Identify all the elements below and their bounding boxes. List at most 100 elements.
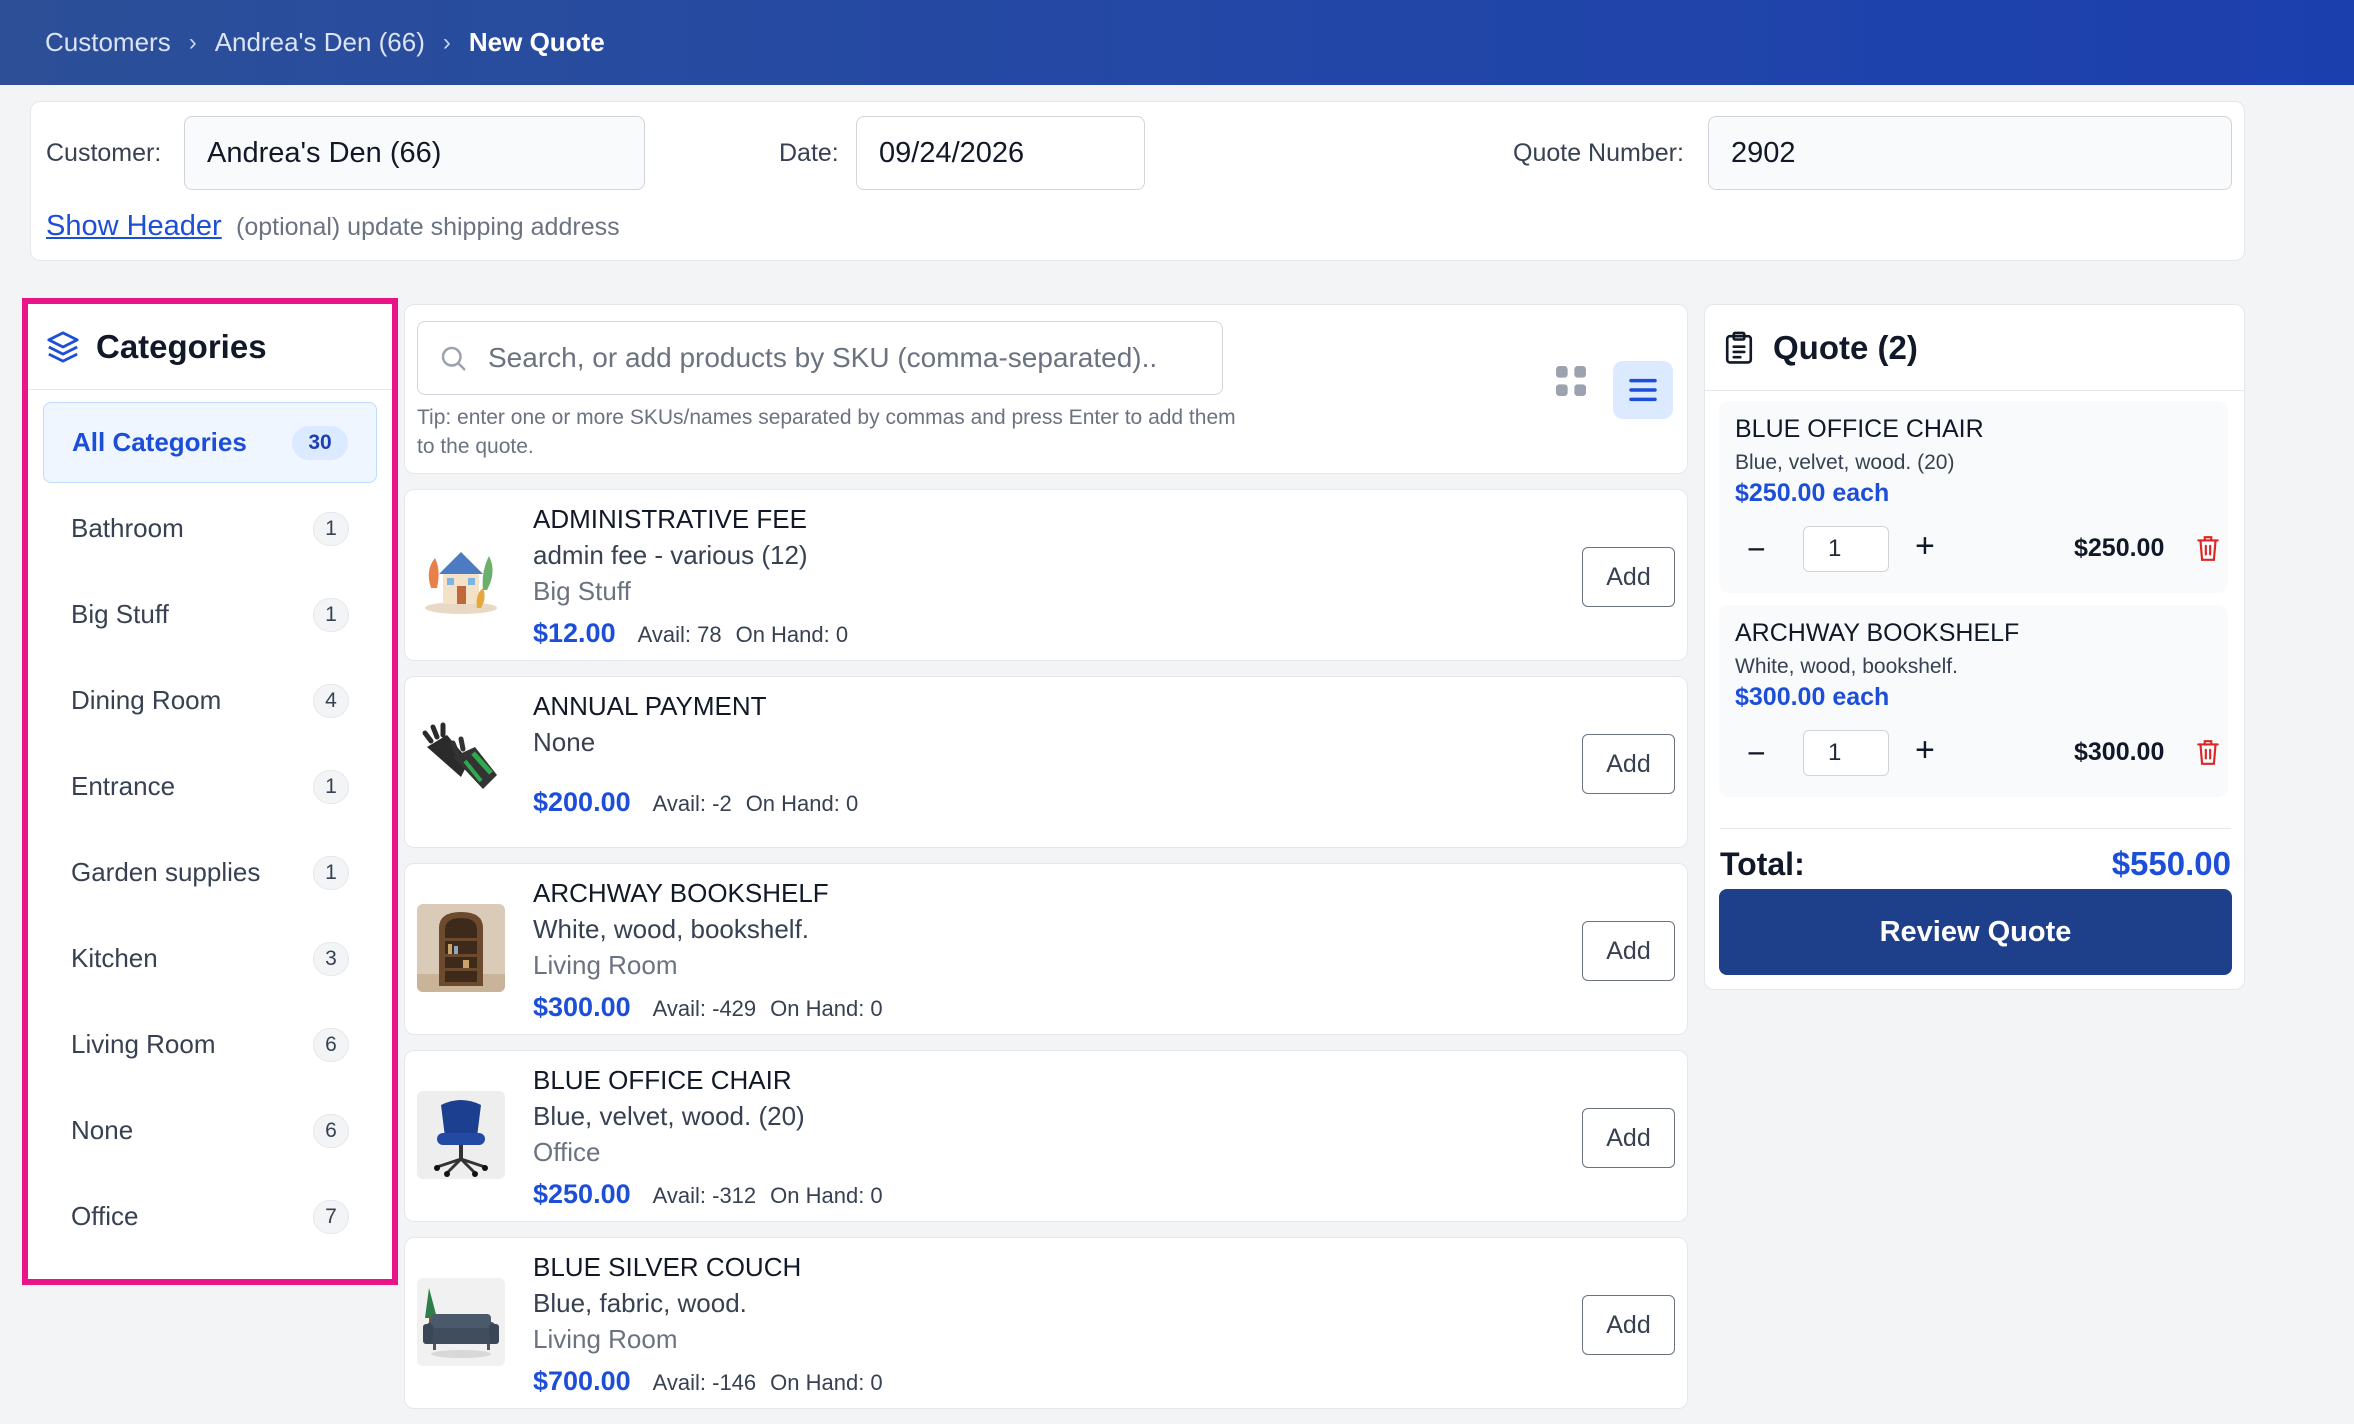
product-search-card: Tip: enter one or more SKUs/names separa… <box>404 304 1688 474</box>
date-field[interactable]: 09/24/2026 <box>856 116 1145 190</box>
product-name: BLUE SILVER COUCH <box>533 1252 802 1282</box>
show-header-link[interactable]: Show Header <box>46 210 222 243</box>
product-price-row: $700.00 Avail: -146 On Hand: 0 <box>533 1366 883 1397</box>
category-none[interactable]: None 6 <box>43 1090 377 1171</box>
product-price: $12.00 <box>533 618 616 648</box>
product-on-hand: On Hand: 0 <box>770 1183 883 1208</box>
category-bathroom[interactable]: Bathroom 1 <box>43 488 377 569</box>
product-row: ANNUAL PAYMENT None $200.00 Avail: -2 On… <box>404 676 1688 848</box>
category-count-badge: 6 <box>313 1113 349 1148</box>
category-count-badge: 6 <box>313 1027 349 1062</box>
grid-view-icon[interactable] <box>1551 361 1591 401</box>
product-price: $300.00 <box>533 992 631 1022</box>
product-image-couch <box>417 1278 505 1366</box>
category-label: All Categories <box>72 427 247 457</box>
categories-title: Categories <box>96 327 267 365</box>
product-category: Big Stuff <box>533 576 631 606</box>
category-label: Living Room <box>71 1029 216 1059</box>
product-description: Blue, velvet, wood. (20) <box>533 1101 805 1131</box>
decrease-quantity-button[interactable]: − <box>1747 735 1766 772</box>
product-image-office-chair <box>417 1091 505 1179</box>
category-entrance[interactable]: Entrance 1 <box>43 746 377 827</box>
list-view-button[interactable] <box>1613 361 1673 419</box>
total-label: Total: <box>1720 845 1805 882</box>
quote-title: Quote (2) <box>1773 328 1918 366</box>
add-product-button[interactable]: Add <box>1582 734 1675 794</box>
breadcrumb-current: New Quote <box>468 27 605 57</box>
product-on-hand: On Hand: 0 <box>770 996 883 1021</box>
customer-field[interactable]: Andrea's Den (66) <box>184 116 645 190</box>
quantity-input[interactable]: 1 <box>1803 730 1889 776</box>
quote-number-label: Quote Number: <box>1513 139 1684 167</box>
product-available: Avail: -312 <box>652 1183 757 1208</box>
category-dining-room[interactable]: Dining Room 4 <box>43 660 377 741</box>
breadcrumb-separator: › <box>188 28 197 56</box>
increase-quantity-button[interactable]: + <box>1915 527 1935 566</box>
decrease-quantity-button[interactable]: − <box>1747 531 1766 568</box>
product-available: Avail: -429 <box>652 996 757 1021</box>
category-count-badge: 1 <box>313 597 349 632</box>
category-count-badge: 3 <box>313 941 349 976</box>
quote-line-item: BLUE OFFICE CHAIR Blue, velvet, wood. (2… <box>1719 401 2228 593</box>
quote-number-field[interactable]: 2902 <box>1708 116 2232 190</box>
product-image-bookshelf <box>417 904 505 992</box>
add-product-button[interactable]: Add <box>1582 547 1675 607</box>
quantity-input[interactable]: 1 <box>1803 526 1889 572</box>
product-price: $250.00 <box>533 1179 631 1209</box>
product-row: BLUE OFFICE CHAIR Blue, velvet, wood. (2… <box>404 1050 1688 1222</box>
category-office[interactable]: Office 7 <box>43 1176 377 1257</box>
trash-icon[interactable] <box>2195 738 2221 766</box>
quote-item-unit-price: $300.00 each <box>1735 683 1890 711</box>
product-name: ADMINISTRATIVE FEE <box>533 504 807 534</box>
product-image-gloves <box>417 717 505 805</box>
breadcrumb-customer[interactable]: Andrea's Den (66) <box>215 27 425 58</box>
category-list: All Categories 30 Bathroom 1 Big Stuff 1… <box>28 390 392 1257</box>
product-name: ARCHWAY BOOKSHELF <box>533 878 829 908</box>
quote-item-line-total: $250.00 <box>2074 534 2165 562</box>
date-label: Date: <box>779 139 839 167</box>
search-tip: Tip: enter one or more SKUs/names separa… <box>417 406 1236 458</box>
product-category: Living Room <box>533 1324 678 1354</box>
add-product-button[interactable]: Add <box>1582 921 1675 981</box>
quote-item-unit-price: $250.00 each <box>1735 479 1890 507</box>
search-input[interactable] <box>488 342 1208 374</box>
category-all[interactable]: All Categories 30 <box>43 402 377 483</box>
quote-item-name: ARCHWAY BOOKSHELF <box>1735 619 2020 647</box>
category-count-badge: 1 <box>313 769 349 804</box>
quote-item-description: White, wood, bookshelf. <box>1735 655 1958 678</box>
product-description: Blue, fabric, wood. <box>533 1288 747 1318</box>
search-icon <box>441 346 466 371</box>
product-available: Avail: 78 <box>637 622 722 647</box>
category-count-badge: 7 <box>313 1199 349 1234</box>
quote-item-name: BLUE OFFICE CHAIR <box>1735 415 1984 443</box>
product-price-row: $200.00 Avail: -2 On Hand: 0 <box>533 787 858 818</box>
product-on-hand: On Hand: 0 <box>770 1370 883 1395</box>
search-box[interactable] <box>417 321 1223 395</box>
product-row: ADMINISTRATIVE FEE admin fee - various (… <box>404 489 1688 661</box>
product-description: admin fee - various (12) <box>533 540 808 570</box>
clipboard-icon <box>1725 331 1753 364</box>
product-price: $700.00 <box>533 1366 631 1396</box>
category-label: Kitchen <box>71 943 158 973</box>
add-product-button[interactable]: Add <box>1582 1108 1675 1168</box>
product-on-hand: On Hand: 0 <box>745 791 859 816</box>
category-count-badge: 1 <box>313 855 349 890</box>
category-label: Office <box>71 1201 139 1231</box>
quote-item-line-total: $300.00 <box>2074 738 2165 766</box>
breadcrumb-customers[interactable]: Customers <box>45 27 171 58</box>
product-image-house <box>417 530 505 618</box>
trash-icon[interactable] <box>2195 534 2221 562</box>
category-big-stuff[interactable]: Big Stuff 1 <box>43 574 377 655</box>
add-product-button[interactable]: Add <box>1582 1295 1675 1355</box>
review-quote-button[interactable]: Review Quote <box>1719 889 2232 975</box>
show-header-hint: (optional) update shipping address <box>236 213 620 241</box>
quote-line-item: ARCHWAY BOOKSHELF White, wood, bookshelf… <box>1719 605 2228 797</box>
category-living-room[interactable]: Living Room 6 <box>43 1004 377 1085</box>
category-garden-supplies[interactable]: Garden supplies 1 <box>43 832 377 913</box>
quote-panel: Quote (2) BLUE OFFICE CHAIR Blue, velvet… <box>1704 304 2245 990</box>
increase-quantity-button[interactable]: + <box>1915 731 1935 770</box>
category-label: Dining Room <box>71 685 222 715</box>
category-kitchen[interactable]: Kitchen 3 <box>43 918 377 999</box>
product-price-row: $300.00 Avail: -429 On Hand: 0 <box>533 992 883 1023</box>
product-description: White, wood, bookshelf. <box>533 914 810 944</box>
